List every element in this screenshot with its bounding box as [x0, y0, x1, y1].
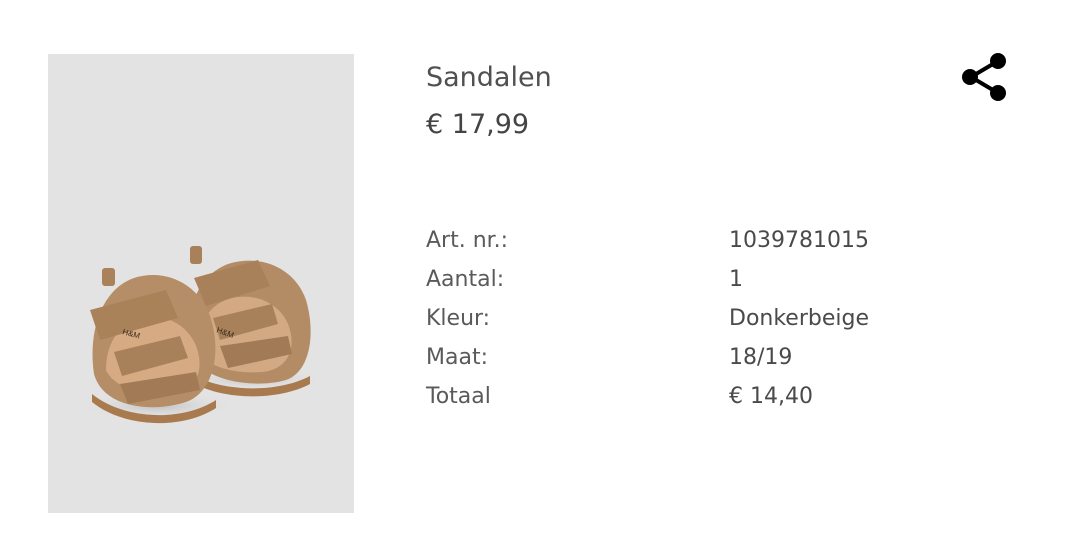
detail-value: 18/19 [729, 345, 793, 370]
detail-row-article-number: Art. nr.: 1039781015 [426, 221, 1026, 260]
detail-value: € 14,40 [729, 384, 813, 409]
product-price: € 17,99 [426, 109, 530, 140]
detail-value: Donkerbeige [729, 306, 869, 331]
share-button[interactable] [958, 50, 1012, 104]
detail-value: 1039781015 [729, 228, 869, 253]
share-icon [962, 53, 1006, 101]
detail-row-color: Kleur: Donkerbeige [426, 299, 1026, 338]
detail-label: Totaal [426, 384, 491, 409]
product-title: Sandalen [426, 62, 552, 93]
detail-label: Aantal: [426, 267, 505, 292]
product-image: H&M H&M [48, 54, 354, 513]
order-details: Art. nr.: 1039781015 Aantal: 1 Kleur: Do… [426, 221, 1026, 416]
detail-label: Maat: [426, 345, 488, 370]
detail-row-total: Totaal € 14,40 [426, 377, 1026, 416]
detail-value: 1 [729, 267, 743, 292]
detail-label: Art. nr.: [426, 228, 509, 253]
detail-row-size: Maat: 18/19 [426, 338, 1026, 377]
detail-row-quantity: Aantal: 1 [426, 260, 1026, 299]
detail-label: Kleur: [426, 306, 491, 331]
